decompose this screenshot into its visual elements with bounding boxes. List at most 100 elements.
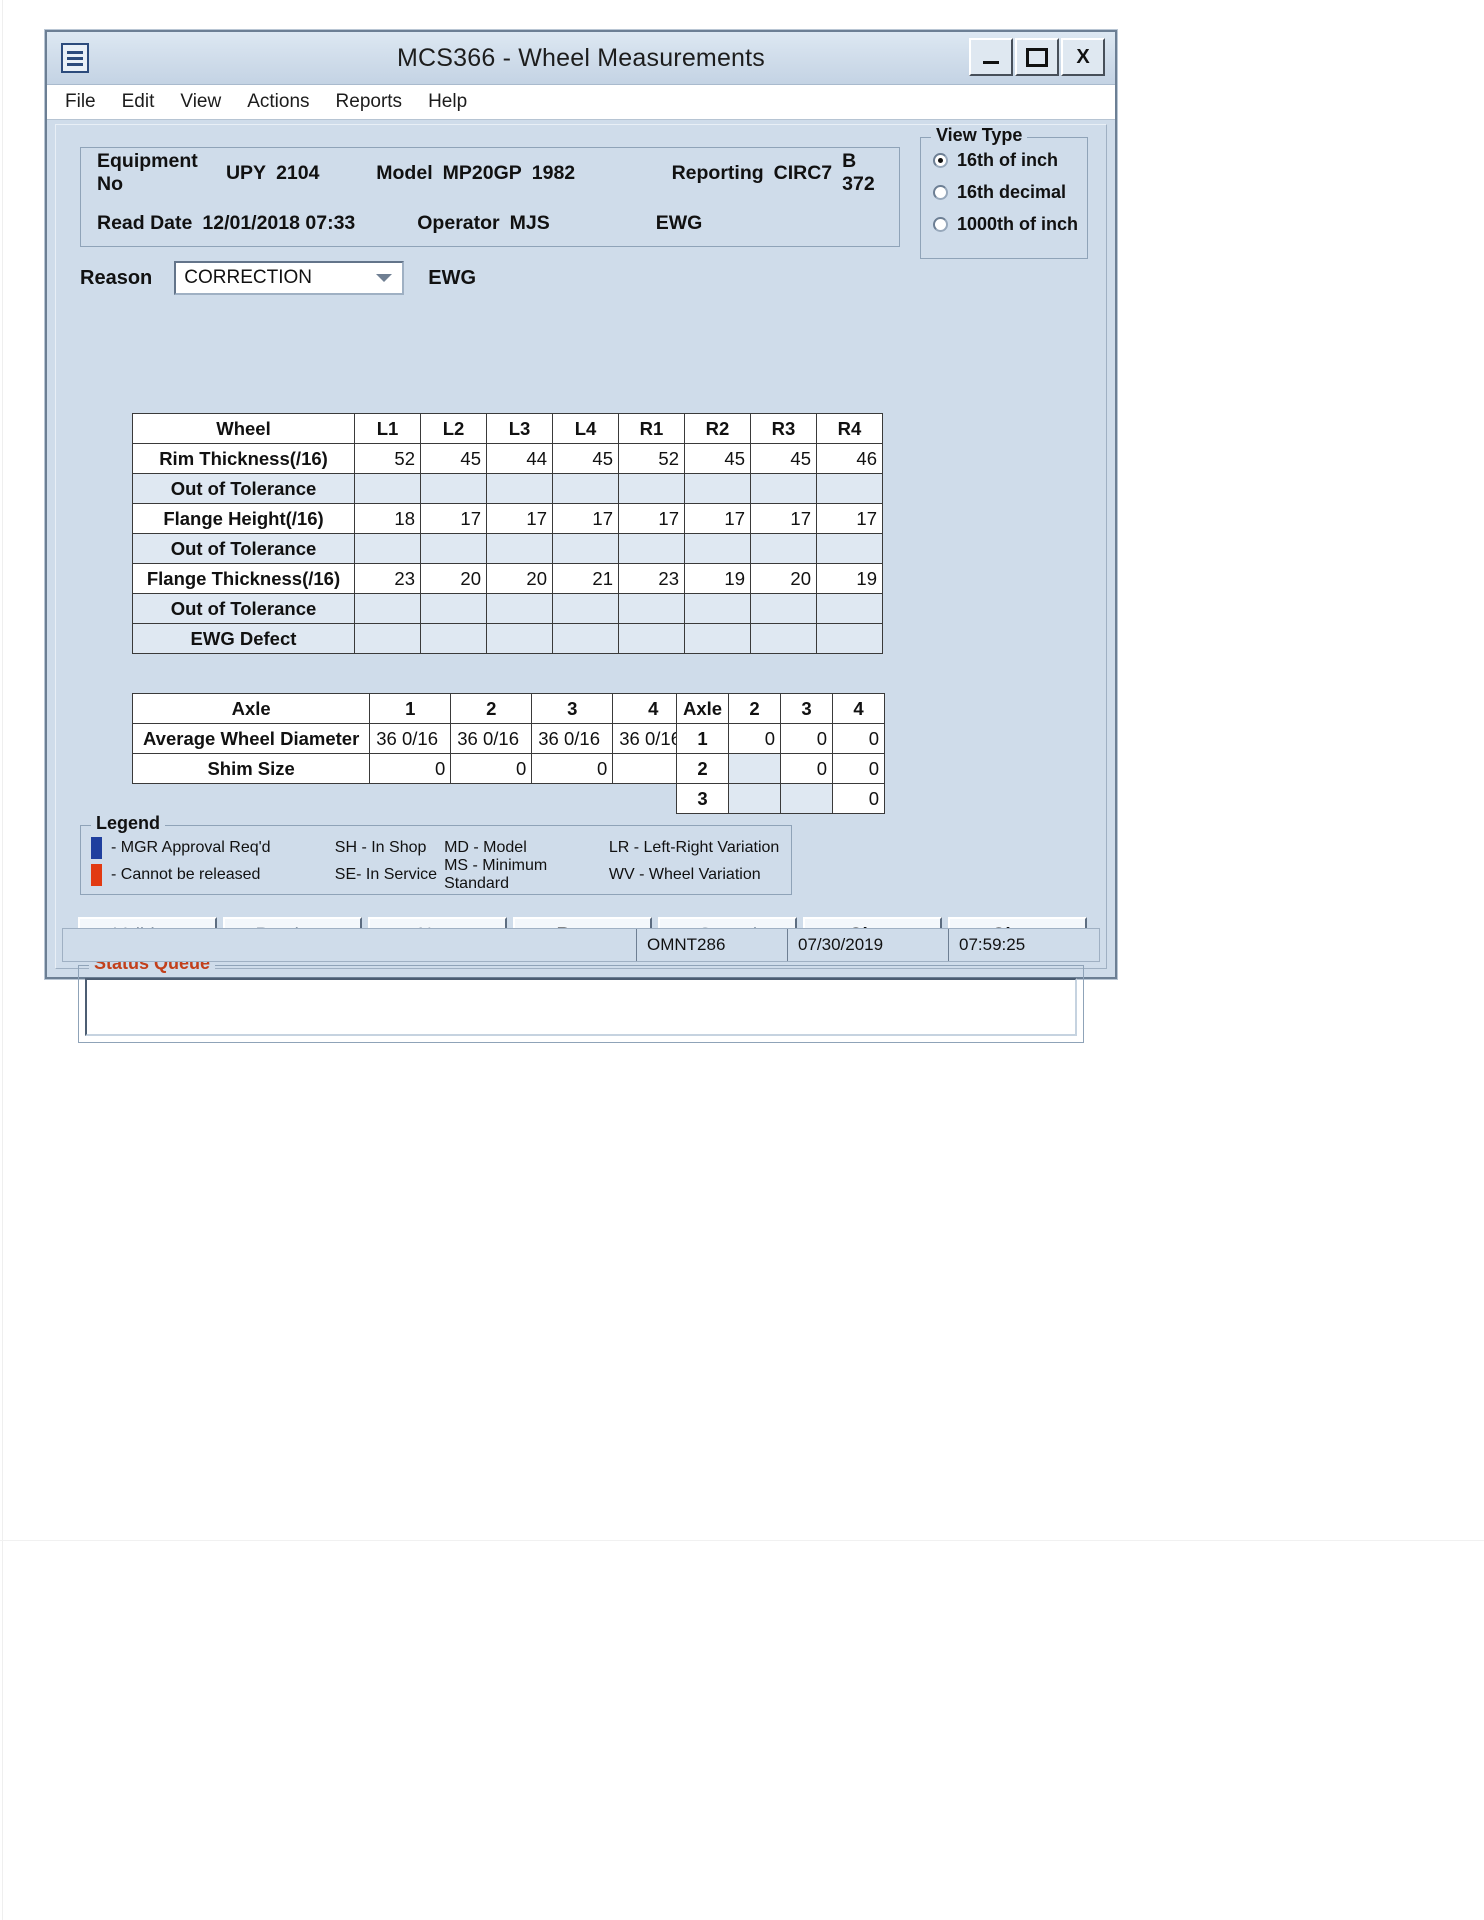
- variation-cell-1-3[interactable]: 0: [780, 723, 833, 754]
- cell-r4[interactable]: [816, 533, 883, 564]
- cell-r3[interactable]: [750, 473, 817, 504]
- cell-r3[interactable]: 17: [750, 503, 817, 534]
- variation-cell-3-3[interactable]: [780, 783, 833, 814]
- cell-l1[interactable]: 52: [354, 443, 421, 474]
- cell-r2[interactable]: [684, 533, 751, 564]
- variation-cell-2-3[interactable]: 0: [780, 753, 833, 784]
- cell-r4[interactable]: [816, 623, 883, 654]
- variation-cell-1-4[interactable]: 0: [832, 723, 885, 754]
- cell-r4[interactable]: 19: [816, 563, 883, 594]
- cell-r1[interactable]: [618, 623, 685, 654]
- table-row: Flange Height(/16) 18 17 17 17 17 17 17 17: [132, 503, 883, 534]
- cell-l3[interactable]: [486, 593, 553, 624]
- status-queue-input[interactable]: [85, 978, 1077, 1036]
- cell-r3[interactable]: [750, 623, 817, 654]
- cell-l2[interactable]: 20: [420, 563, 487, 594]
- cell-l2[interactable]: [420, 473, 487, 504]
- cell-r1[interactable]: 23: [618, 563, 685, 594]
- cell-r2[interactable]: 19: [684, 563, 751, 594]
- axle-column-header-2: 2: [450, 693, 533, 724]
- model-year: 1982: [531, 161, 576, 184]
- cell-l1[interactable]: [354, 593, 421, 624]
- cell-r4[interactable]: 46: [816, 443, 883, 474]
- cell-l1[interactable]: [354, 623, 421, 654]
- cell-r1[interactable]: 17: [618, 503, 685, 534]
- cell-l3[interactable]: [486, 533, 553, 564]
- cell-r3[interactable]: 20: [750, 563, 817, 594]
- cell-r1[interactable]: 52: [618, 443, 685, 474]
- table-row: Shim Size0000: [131, 753, 695, 784]
- cell-l4[interactable]: 45: [552, 443, 619, 474]
- cell-r1[interactable]: [618, 593, 685, 624]
- cell-l4[interactable]: [552, 473, 619, 504]
- menu-item-reports[interactable]: Reports: [336, 91, 403, 113]
- cell-l1[interactable]: 23: [354, 563, 421, 594]
- variation-cell-1-2[interactable]: 0: [728, 723, 781, 754]
- radio-16th-of-inch[interactable]: 16th of inch: [921, 144, 1087, 176]
- reason-dropdown[interactable]: CORRECTION: [174, 261, 405, 295]
- cell-l3[interactable]: [486, 473, 553, 504]
- cell-l2[interactable]: 17: [420, 503, 487, 534]
- variation-cell-2-4[interactable]: 0: [832, 753, 885, 784]
- cell-l3[interactable]: [486, 623, 553, 654]
- cell-l2[interactable]: [420, 623, 487, 654]
- menu-item-file[interactable]: File: [65, 91, 96, 113]
- cell-l1[interactable]: [354, 533, 421, 564]
- menu-item-view[interactable]: View: [180, 91, 221, 113]
- minimize-button[interactable]: [969, 38, 1013, 76]
- cell-r2[interactable]: 45: [684, 443, 751, 474]
- axle-cell-2[interactable]: 36 0/16: [450, 723, 533, 754]
- cell-l4[interactable]: [552, 533, 619, 564]
- cell-r4[interactable]: [816, 473, 883, 504]
- cell-l3[interactable]: 44: [486, 443, 553, 474]
- cell-l2[interactable]: [420, 533, 487, 564]
- view-type-legend: View Type: [931, 125, 1028, 146]
- cell-r1[interactable]: [618, 473, 685, 504]
- variation-cell-3-4[interactable]: 0: [832, 783, 885, 814]
- axle-cell-1[interactable]: 0: [369, 753, 452, 784]
- cell-r1[interactable]: [618, 533, 685, 564]
- cell-l1[interactable]: [354, 473, 421, 504]
- menu-item-edit[interactable]: Edit: [122, 91, 155, 113]
- variation-cell-2-2[interactable]: [728, 753, 781, 784]
- radio-icon-16th-of-inch[interactable]: [933, 152, 948, 168]
- cell-l1[interactable]: 18: [354, 503, 421, 534]
- legend-box: Legend - MGR Approval Req'd SH - In Shop…: [80, 813, 792, 895]
- cell-l4[interactable]: 17: [552, 503, 619, 534]
- cell-r4[interactable]: 17: [816, 503, 883, 534]
- radio-1000th-of-inch[interactable]: 1000th of inch: [921, 208, 1087, 240]
- maximize-button[interactable]: [1015, 38, 1059, 76]
- radio-16th-decimal[interactable]: 16th decimal: [921, 176, 1087, 208]
- cell-l4[interactable]: 21: [552, 563, 619, 594]
- cell-l2[interactable]: [420, 593, 487, 624]
- axle-cell-1[interactable]: 36 0/16: [369, 723, 452, 754]
- status-bar: OMNT286 07/30/2019 07:59:25: [62, 928, 1100, 962]
- variation-cell-3-2[interactable]: [728, 783, 781, 814]
- cell-r3[interactable]: 45: [750, 443, 817, 474]
- cell-l3[interactable]: 20: [486, 563, 553, 594]
- cell-r2[interactable]: [684, 473, 751, 504]
- cell-l4[interactable]: [552, 593, 619, 624]
- axle-cell-2[interactable]: 0: [450, 753, 533, 784]
- chevron-down-icon[interactable]: [376, 274, 393, 282]
- close-button[interactable]: X: [1061, 38, 1105, 76]
- radio-icon-16th-decimal[interactable]: [933, 184, 948, 200]
- axle-cell-3[interactable]: 0: [531, 753, 614, 784]
- cell-r2[interactable]: [684, 593, 751, 624]
- menu-item-help[interactable]: Help: [428, 91, 467, 113]
- cell-r4[interactable]: [816, 593, 883, 624]
- cell-l2[interactable]: 45: [420, 443, 487, 474]
- cell-r2[interactable]: 17: [684, 503, 751, 534]
- radio-icon-1000th-of-inch[interactable]: [933, 216, 948, 232]
- cell-r3[interactable]: [750, 533, 817, 564]
- status-bar-user: OMNT286: [637, 929, 788, 961]
- row-header: Out of Tolerance: [132, 593, 355, 624]
- menu-item-actions[interactable]: Actions: [247, 91, 309, 113]
- variation-row-header: 1: [676, 723, 729, 754]
- axle-cell-3[interactable]: 36 0/16: [531, 723, 614, 754]
- cell-l4[interactable]: [552, 623, 619, 654]
- cell-r3[interactable]: [750, 593, 817, 624]
- table-row: Rim Thickness(/16) 52 45 44 45 52 45 45 46: [132, 443, 883, 474]
- cell-l3[interactable]: 17: [486, 503, 553, 534]
- cell-r2[interactable]: [684, 623, 751, 654]
